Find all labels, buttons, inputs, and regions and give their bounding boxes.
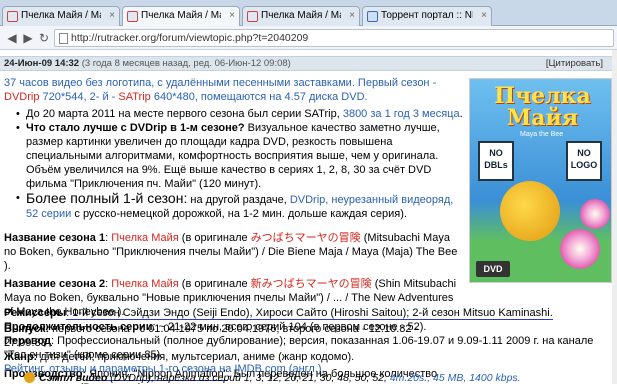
play-arrow-icon[interactable] <box>24 372 35 383</box>
address-bar[interactable]: http://rutracker.org/forum/viewtopic.php… <box>54 29 614 47</box>
duration-info: Продолжительность серии: ~ 21-22 мин, вс… <box>4 321 427 333</box>
reload-icon[interactable]: ↻ <box>36 30 52 46</box>
list-item: Что стало лучше с DVDrip в 1-м сезоне? В… <box>4 121 464 191</box>
dvd-logo: DVD <box>476 261 510 277</box>
page-icon <box>59 33 68 44</box>
sample-video-line: Сэмпл видео (DVDrip), нарезка из серий 1… <box>4 372 604 384</box>
nav-bar: ◀ ▶ ↻ http://rutracker.org/forum/viewtop… <box>0 26 617 50</box>
intro-text: 37 часов видео без логотипа, с удалённым… <box>4 77 437 103</box>
poster-image: Пчелка Майя Maya the Bee NO DBLs NO LOGO… <box>469 78 612 283</box>
translation-info: Перевод: Профессиональный (полное дублир… <box>4 335 594 361</box>
post-header: 24-Июн-09 14:32 (3 года 8 месяцев назад,… <box>0 56 617 71</box>
flower-illustration <box>560 229 600 269</box>
tab-favicon-icon <box>367 11 378 22</box>
close-icon[interactable]: × <box>349 10 355 21</box>
list-item: До 20 марта 2011 на месте первого сезона… <box>4 107 464 121</box>
close-icon[interactable]: × <box>481 10 487 21</box>
close-icon[interactable]: × <box>229 10 235 21</box>
poster-subtitle: Maya the Bee <box>520 131 564 138</box>
list-item: Более полный 1-й сезон: на другой раздач… <box>4 191 464 221</box>
tab-favicon-icon <box>247 11 258 22</box>
tab-4[interactable]: Торрент портал :: NN... × <box>362 6 492 26</box>
quote-link[interactable]: [Цитировать] <box>546 58 603 69</box>
close-icon[interactable]: × <box>109 10 115 21</box>
tab-3[interactable]: Пчелка Майя / Maya t... × <box>242 6 360 26</box>
tab-favicon-icon <box>127 11 138 22</box>
directors-info: Режиссеры: 1-й сезон Сэйдзи Эндо (Seiji … <box>4 307 553 320</box>
tab-1[interactable]: Пчелка Майя / Maya t... × <box>2 6 120 26</box>
bee-illustration <box>500 181 560 241</box>
features-list: До 20 марта 2011 на месте первого сезона… <box>4 107 464 221</box>
satrip-link[interactable]: 3800 за 1 год 3 месяца <box>343 108 460 120</box>
no-dbls-badge: NO DBLs <box>478 141 514 181</box>
tab-2-active[interactable]: Пчелка Майя / Maya t... × <box>122 6 240 27</box>
scrollbar[interactable] <box>612 50 617 384</box>
poster-title: Пчелка Майя <box>494 83 591 131</box>
tab-bar: Пчелка Майя / Maya t... × Пчелка Майя / … <box>0 0 617 27</box>
no-logo-badge: NO LOGO <box>566 141 602 181</box>
forward-icon[interactable]: ▶ <box>20 30 36 46</box>
post-edited: (3 года 8 месяцев назад, ред. 06-Июн-12 … <box>81 58 291 69</box>
post-date: 24-Июн-09 14:32 <box>4 58 80 69</box>
flower-illustration <box>580 199 610 229</box>
tab-favicon-icon <box>7 11 18 22</box>
back-icon[interactable]: ◀ <box>4 30 20 46</box>
post-body-lower: Режиссеры: 1-й сезон Сэйдзи Эндо (Seiji … <box>4 306 604 376</box>
season1-title: Название сезона 1: Пчелка Майя (в оригин… <box>4 232 458 272</box>
